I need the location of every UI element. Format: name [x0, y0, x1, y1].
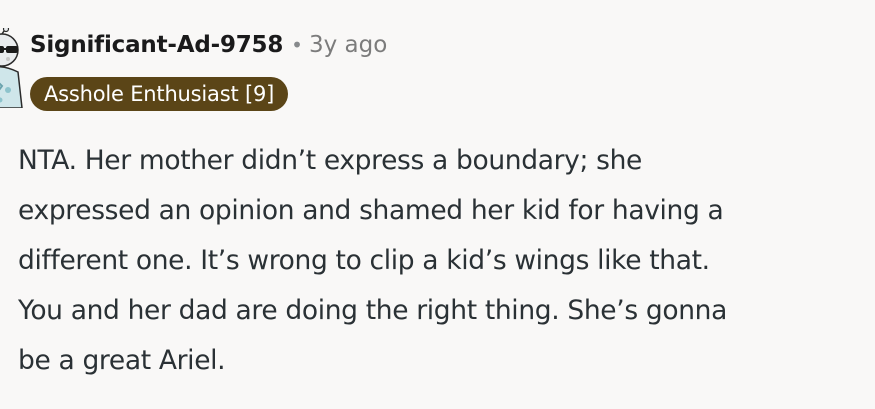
- user-flair-badge: Asshole Enthusiast [9]: [30, 77, 289, 111]
- comment-body-line: You and her dad are doing the right thin…: [18, 295, 727, 326]
- comment-body: NTA. Her mother didn’t express a boundar…: [18, 136, 873, 386]
- author-username[interactable]: Significant-Ad-9758: [30, 32, 283, 58]
- meta-separator: •: [291, 33, 303, 57]
- comment-body-line: expressed an opinion and shamed her kid …: [18, 195, 724, 226]
- comment-header: Significant-Ad-9758 • 3y ago: [30, 32, 387, 58]
- comment-body-line: NTA. Her mother didn’t express a boundar…: [18, 145, 642, 176]
- comment-body-line: different one. It’s wrong to clip a kid’…: [18, 245, 710, 276]
- comment: Significant-Ad-9758 • 3y ago Asshole Ent…: [0, 0, 875, 409]
- comment-body-line: be a great Ariel.: [18, 345, 226, 376]
- comment-timestamp[interactable]: 3y ago: [309, 32, 387, 58]
- snoo-avatar-icon: [0, 28, 23, 108]
- user-avatar[interactable]: [0, 28, 24, 108]
